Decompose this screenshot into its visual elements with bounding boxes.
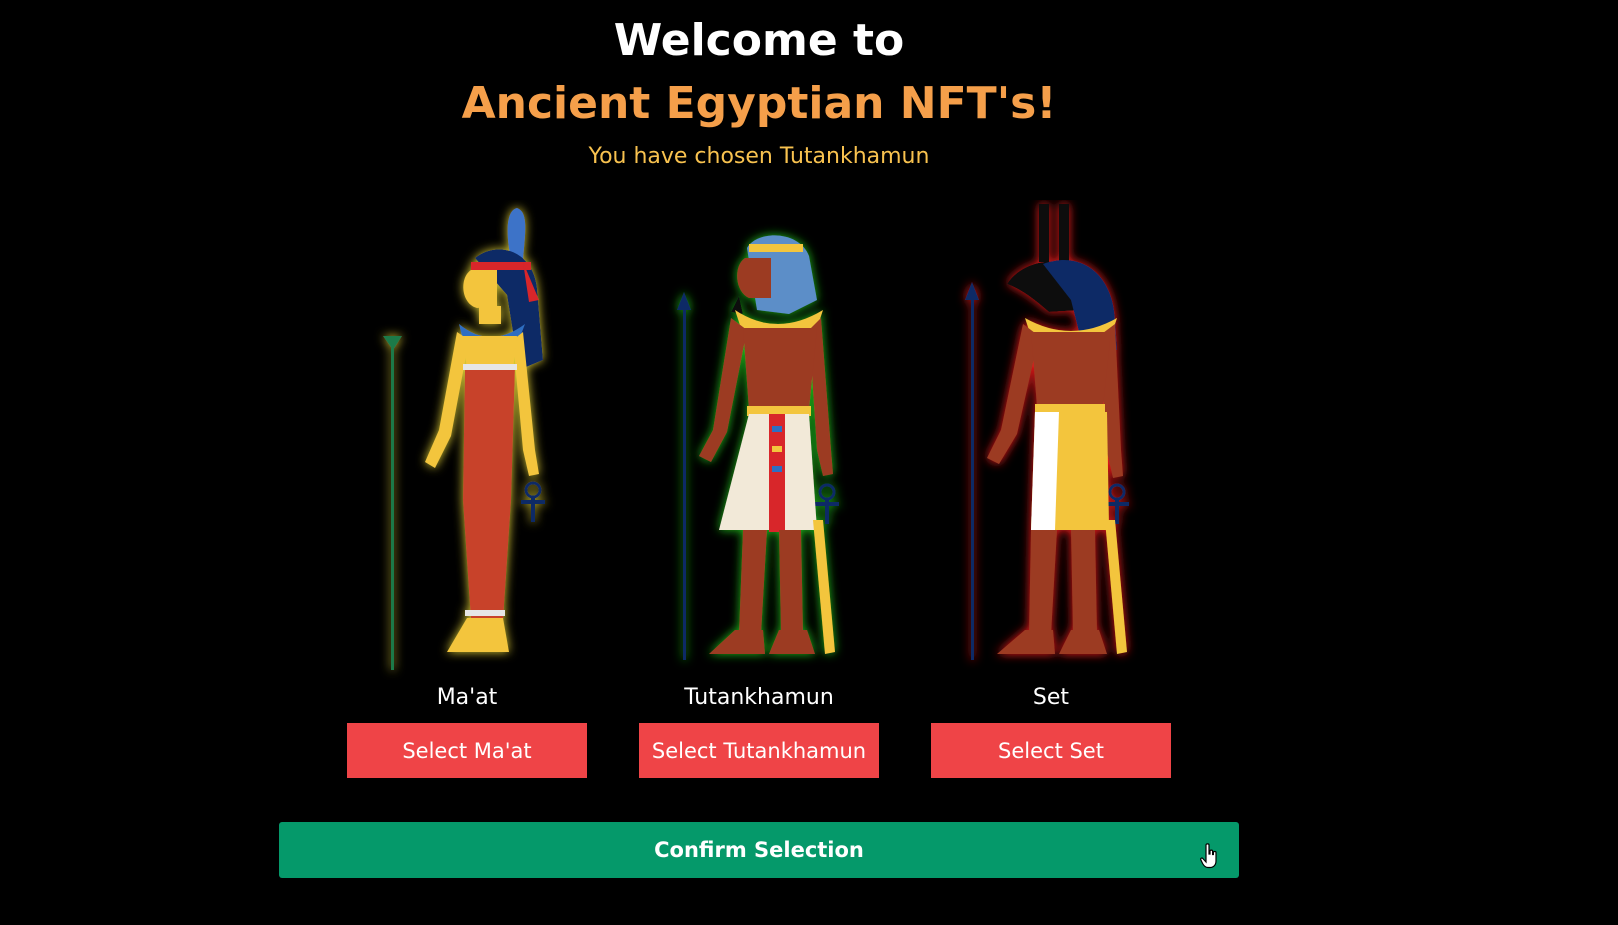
nft-selection-page: Welcome to Ancient Egyptian NFT's! You h…: [0, 0, 1618, 925]
confirm-selection-button[interactable]: Confirm Selection: [279, 822, 1239, 878]
chosen-status-text: You have chosen Tutankhamun: [588, 144, 930, 169]
card-maat: Ma'at Select Ma'at: [347, 200, 587, 778]
select-set-button[interactable]: Select Set: [931, 723, 1171, 778]
select-tutankhamun-button[interactable]: Select Tutankhamun: [639, 723, 879, 778]
set-figure-icon: [965, 204, 1129, 660]
tutankhamun-figure-icon: [677, 235, 839, 660]
hand-pointer-icon: [1200, 843, 1217, 869]
maat-figure-icon: [383, 208, 545, 670]
figure-name-set: Set: [1032, 685, 1070, 710]
brand-heading: Ancient Egyptian NFT's!: [461, 78, 1057, 129]
select-maat-button[interactable]: Select Ma'at: [347, 723, 587, 778]
figure-name-tutankhamun: Tutankhamun: [684, 685, 834, 710]
welcome-heading: Welcome to: [613, 15, 905, 66]
card-set: Set Select Set: [931, 200, 1171, 778]
figure-name-maat: Ma'at: [436, 685, 498, 710]
card-tutankhamun: Tutankhamun Select Tutankhamun: [639, 200, 879, 778]
